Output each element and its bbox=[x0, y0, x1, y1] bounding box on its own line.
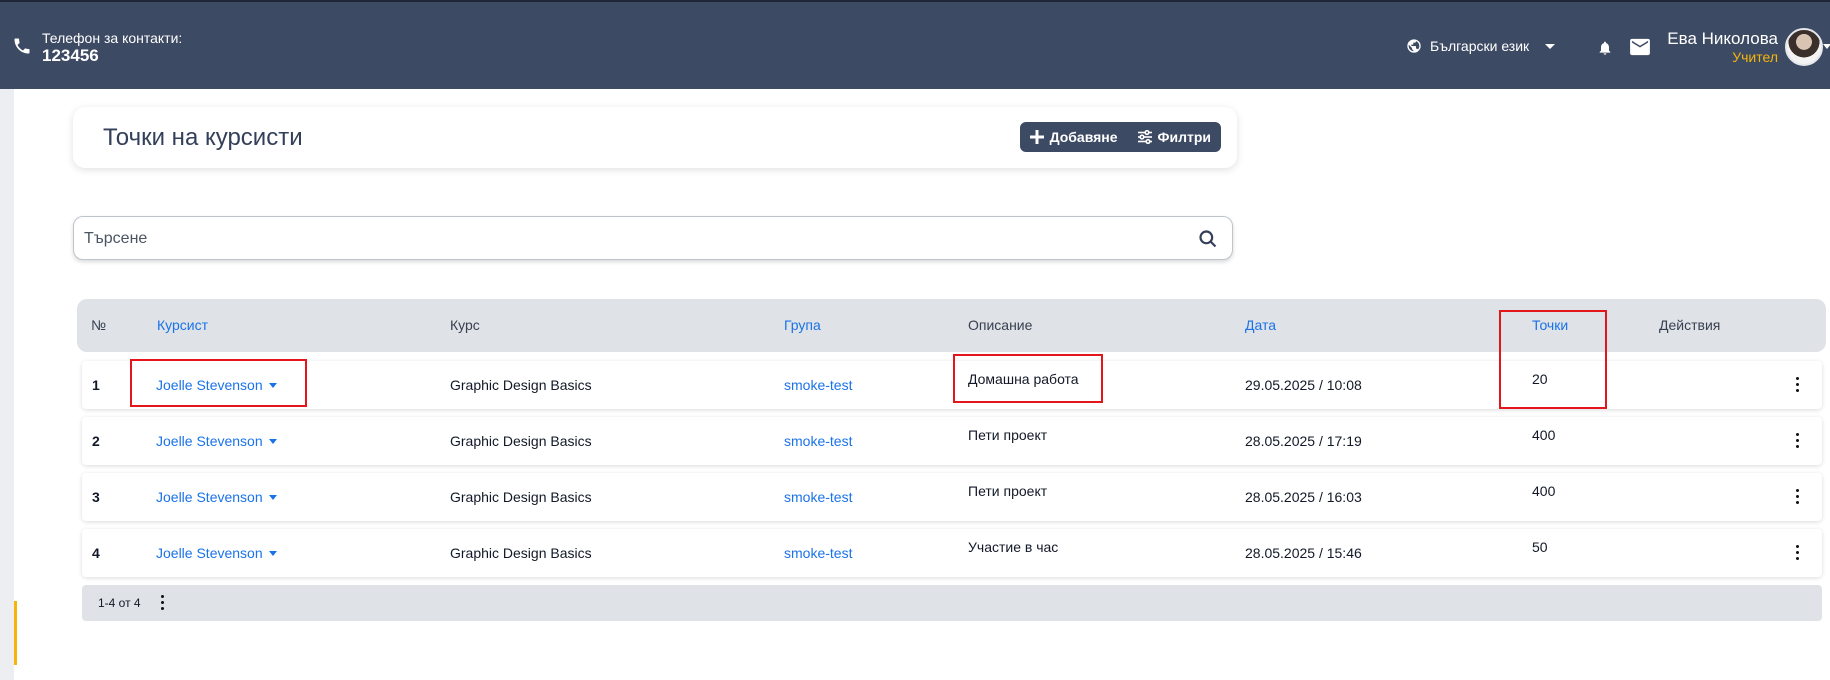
points: 400 bbox=[1532, 427, 1556, 443]
sidebar-active-indicator bbox=[14, 601, 17, 665]
chevron-down-icon[interactable] bbox=[1823, 44, 1830, 49]
add-button[interactable]: Добавяне bbox=[1020, 122, 1128, 152]
column-header-course: Курс bbox=[450, 317, 480, 333]
date: 28.05.2025 / 17:19 bbox=[1245, 433, 1362, 449]
phone-number: 123456 bbox=[42, 46, 99, 65]
points: 400 bbox=[1532, 483, 1556, 499]
search-icon[interactable] bbox=[1198, 229, 1218, 249]
contact-phone: Телефон за контакти: 123456 bbox=[12, 30, 182, 66]
row-number: 2 bbox=[92, 433, 100, 449]
chevron-down-icon bbox=[268, 438, 277, 444]
group-link[interactable]: smoke-test bbox=[784, 545, 852, 561]
student-dropdown[interactable]: Joelle Stevenson bbox=[156, 545, 277, 561]
language-selector[interactable]: Български език bbox=[1406, 38, 1556, 54]
row-actions-icon[interactable] bbox=[1796, 377, 1800, 393]
filters-button-label: Филтри bbox=[1157, 129, 1211, 145]
row-actions-icon[interactable] bbox=[1796, 545, 1800, 561]
highlight-box-student bbox=[130, 359, 307, 407]
page-header-card: Точки на курсисти Добавяне Филтри bbox=[73, 107, 1237, 168]
column-header-description: Описание bbox=[968, 317, 1033, 333]
date: 28.05.2025 / 15:46 bbox=[1245, 545, 1362, 561]
description: Пети проект bbox=[968, 483, 1048, 499]
pagination-count: 1-4 от 4 bbox=[98, 596, 141, 610]
description: Участие в час bbox=[968, 539, 1059, 555]
group-link[interactable]: smoke-test bbox=[784, 433, 852, 449]
language-label: Български език bbox=[1430, 38, 1530, 54]
points: 50 bbox=[1532, 539, 1548, 555]
course-name: Graphic Design Basics bbox=[450, 433, 592, 449]
highlight-box-description bbox=[953, 354, 1103, 403]
student-name: Joelle Stevenson bbox=[156, 545, 263, 561]
student-name: Joelle Stevenson bbox=[156, 489, 263, 505]
page-title: Точки на курсисти bbox=[103, 124, 303, 151]
plus-icon bbox=[1029, 130, 1044, 144]
mail-icon[interactable] bbox=[1629, 38, 1651, 56]
search-bar bbox=[73, 216, 1233, 260]
chevron-down-icon bbox=[268, 550, 277, 556]
avatar[interactable] bbox=[1785, 28, 1823, 66]
group-link[interactable]: smoke-test bbox=[784, 377, 852, 393]
row-actions-icon[interactable] bbox=[1796, 433, 1800, 449]
pagination-options-icon[interactable] bbox=[161, 595, 165, 611]
sliders-icon bbox=[1137, 130, 1152, 144]
user-info[interactable]: Ева Николова Учител bbox=[1667, 29, 1778, 65]
user-name: Ева Николова bbox=[1667, 29, 1778, 48]
row-number: 1 bbox=[92, 377, 100, 393]
column-header-date[interactable]: Дата bbox=[1245, 317, 1276, 333]
date: 29.05.2025 / 10:08 bbox=[1245, 377, 1362, 393]
course-name: Graphic Design Basics bbox=[450, 489, 592, 505]
add-button-label: Добавяне bbox=[1049, 129, 1118, 145]
course-name: Graphic Design Basics bbox=[450, 545, 592, 561]
phone-icon bbox=[14, 38, 30, 54]
sidebar-collapsed bbox=[0, 89, 17, 680]
user-role: Учител bbox=[1732, 49, 1778, 65]
student-dropdown[interactable]: Joelle Stevenson bbox=[156, 489, 277, 505]
student-name: Joelle Stevenson bbox=[156, 433, 263, 449]
course-name: Graphic Design Basics bbox=[450, 377, 592, 393]
column-header-num: № bbox=[91, 317, 107, 333]
search-input[interactable] bbox=[84, 227, 1184, 251]
bell-icon[interactable] bbox=[1597, 39, 1613, 57]
phone-label: Телефон за контакти: bbox=[42, 30, 183, 46]
row-actions-icon[interactable] bbox=[1796, 489, 1800, 505]
student-dropdown[interactable]: Joelle Stevenson bbox=[156, 433, 277, 449]
top-bar: Телефон за контакти: 123456 Български ез… bbox=[0, 0, 1830, 89]
table-row: 4 Joelle Stevenson Graphic Design Basics… bbox=[82, 529, 1822, 577]
column-header-actions: Действия bbox=[1659, 317, 1721, 333]
chevron-down-icon bbox=[1545, 43, 1556, 49]
action-buttons: Добавяне Филтри bbox=[1019, 122, 1221, 152]
highlight-box-points bbox=[1499, 310, 1607, 409]
column-header-group[interactable]: Група bbox=[784, 317, 821, 333]
row-number: 4 bbox=[92, 545, 100, 561]
column-header-student[interactable]: Курсист bbox=[157, 317, 208, 333]
table-footer: 1-4 от 4 bbox=[82, 585, 1822, 621]
table-row: 3 Joelle Stevenson Graphic Design Basics… bbox=[82, 473, 1822, 521]
description: Пети проект bbox=[968, 427, 1048, 443]
row-number: 3 bbox=[92, 489, 100, 505]
globe-icon bbox=[1407, 39, 1421, 53]
date: 28.05.2025 / 16:03 bbox=[1245, 489, 1362, 505]
table-row: 2 Joelle Stevenson Graphic Design Basics… bbox=[82, 417, 1822, 465]
group-link[interactable]: smoke-test bbox=[784, 489, 852, 505]
filters-button[interactable]: Филтри bbox=[1128, 122, 1221, 152]
chevron-down-icon bbox=[268, 494, 277, 500]
